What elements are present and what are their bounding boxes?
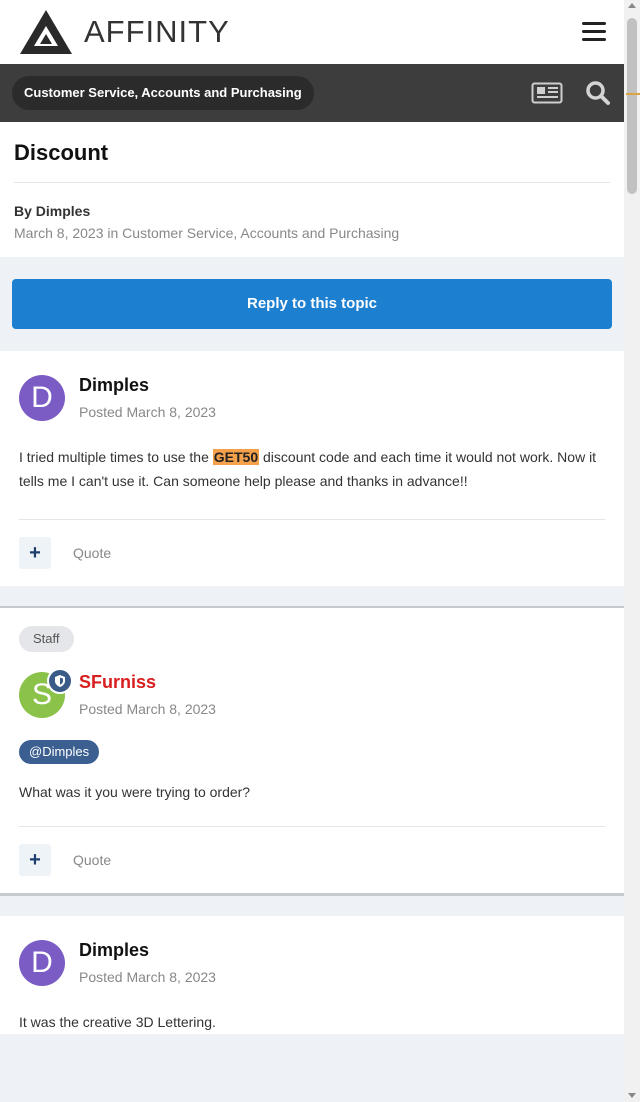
post-actions: + Quote [19,826,605,893]
author-name[interactable]: SFurniss [79,672,216,693]
post-separator [0,586,624,606]
avatar[interactable]: D [19,940,65,986]
user-mention[interactable]: @Dimples [19,740,100,764]
post-actions: + Quote [19,519,605,586]
post-1: D Dimples Posted March 8, 2023 I tried m… [0,351,624,586]
page-title: Discount [14,140,109,165]
post-date: Posted March 8, 2023 [79,404,216,420]
post-separator [0,893,624,916]
post-body: I tried multiple times to use the GET50 … [19,445,605,493]
post-body: It was the creative 3D Lettering. [19,1014,216,1030]
multiquote-button[interactable]: + [19,844,51,876]
staff-badge: Staff [19,626,74,652]
post-author-row: S SFurniss Posted March 8, 2023 [19,652,605,718]
post-3: D Dimples Posted March 8, 2023 It was th… [0,916,624,1034]
post-body: What was it you were trying to order? [19,784,251,800]
nav-bar: Customer Service, Accounts and Purchasin… [0,64,624,122]
page: AFFINITY Customer Service, Accounts and … [0,0,624,1102]
quote-button[interactable]: Quote [73,545,111,561]
topic-meta: March 8, 2023 in Customer Service, Accou… [14,225,400,241]
reply-area: Reply to this topic [0,257,624,351]
post-text: I tried multiple times to use the [19,449,213,465]
scrollbar-thumb[interactable] [627,18,637,194]
author-name[interactable]: Dimples [79,940,216,961]
avatar[interactable]: D [19,375,65,421]
scroll-up-arrow-icon[interactable] [628,3,636,8]
search-icon[interactable] [585,80,611,106]
quote-button[interactable]: Quote [73,852,111,868]
post-author-row: D Dimples Posted March 8, 2023 [19,916,605,986]
scroll-marker [626,93,640,95]
affinity-logo[interactable]: AFFINITY [18,8,230,56]
hamburger-menu-icon[interactable] [582,22,606,42]
mention-row: @Dimples [19,740,605,764]
affinity-logo-icon [20,10,72,54]
post-date: Posted March 8, 2023 [79,969,216,985]
avatar[interactable]: S [19,668,73,718]
breadcrumb-pill[interactable]: Customer Service, Accounts and Purchasin… [12,76,314,110]
author-name[interactable]: Dimples [79,375,216,396]
post-2: Staff S SFurniss Posted March 8, 2023 @D… [0,606,624,893]
multiquote-button[interactable]: + [19,537,51,569]
top-header: AFFINITY [0,0,624,64]
search-highlight: GET50 [212,449,260,465]
scroll-down-arrow-icon[interactable] [628,1093,636,1098]
reply-to-topic-button[interactable]: Reply to this topic [12,279,612,329]
page-scrollbar[interactable] [624,0,640,1102]
newspaper-icon[interactable] [531,82,563,104]
post-author-row: D Dimples Posted March 8, 2023 [19,351,605,421]
topic-header: Discount By Dimples March 8, 2023 in Cus… [0,122,624,257]
topic-author[interactable]: By Dimples [14,203,610,219]
logo-text: AFFINITY [84,14,230,49]
divider [14,182,610,183]
shield-icon [47,668,73,694]
post-date: Posted March 8, 2023 [79,701,216,717]
